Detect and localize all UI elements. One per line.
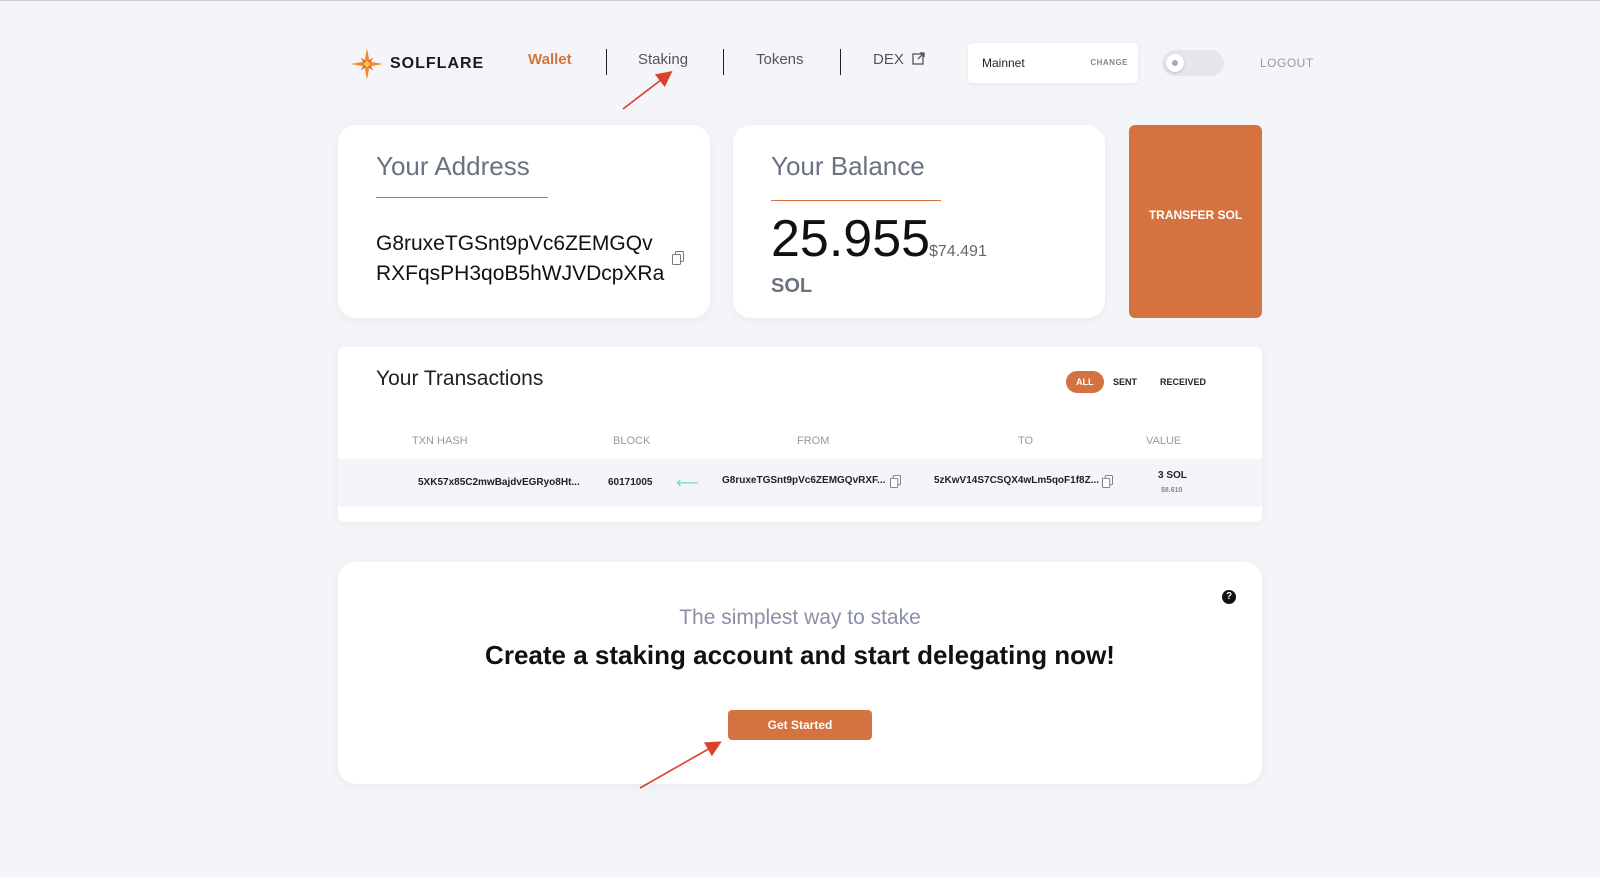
network-name: Mainnet <box>982 56 1025 70</box>
txn-value-usd: $8.610 <box>1161 487 1183 494</box>
filter-received[interactable]: RECEIVED <box>1150 371 1216 393</box>
table-row[interactable]: 5XK57x85C2mwBajdvEGRyo8Ht... 60171005 ⟵ … <box>338 459 1262 507</box>
copy-icon[interactable] <box>672 251 684 265</box>
transactions-title: Your Transactions <box>376 367 544 390</box>
nav-divider <box>606 49 607 75</box>
balance-title: Your Balance <box>771 151 925 181</box>
top-nav: SOLFLARE Wallet Staking Tokens DEX Mainn… <box>350 43 1313 83</box>
transactions-card: Your Transactions ALL SENT RECEIVED TXN … <box>338 347 1262 522</box>
staking-headline: Create a staking account and start deleg… <box>485 640 1115 670</box>
get-started-button[interactable]: Get Started <box>728 710 872 740</box>
nav-wallet[interactable]: Wallet <box>528 51 572 68</box>
brand-name: SOLFLARE <box>390 55 485 72</box>
toggle-knob <box>1166 54 1184 72</box>
txn-to[interactable]: 5zKwV14S7CSQX4wLm5qoF1f8Z... <box>934 475 1099 486</box>
balance-unit: SOL <box>771 275 813 297</box>
balance-card: Your Balance 25.955 $74.491 SOL <box>733 125 1105 318</box>
nav-divider <box>723 49 724 75</box>
copy-icon[interactable] <box>1102 475 1113 488</box>
filter-all[interactable]: ALL <box>1066 371 1104 393</box>
txn-hash[interactable]: 5XK57x85C2mwBajdvEGRyo8Ht... <box>418 477 580 488</box>
theme-toggle[interactable] <box>1162 50 1224 76</box>
address-card: Your Address G8ruxeTGSnt9pVc6ZEMGQvRXFqs… <box>338 125 710 318</box>
network-selector[interactable]: Mainnet CHANGE <box>968 43 1138 83</box>
nav-dex-label: DEX <box>873 51 904 68</box>
balance-usd: $74.491 <box>929 243 987 260</box>
header-txn-hash: TXN HASH <box>412 435 468 447</box>
title-underline <box>771 200 941 201</box>
staking-subtitle: The simplest way to stake <box>679 606 921 629</box>
nav-dex[interactable]: DEX <box>873 51 925 68</box>
header-from: FROM <box>797 435 830 447</box>
nav-tokens[interactable]: Tokens <box>756 51 804 68</box>
logo[interactable]: SOLFLARE <box>350 47 484 81</box>
txn-from[interactable]: G8ruxeTGSnt9pVc6ZEMGQvRXF... <box>722 475 885 486</box>
staking-card: ? The simplest way to stake Create a sta… <box>338 562 1262 784</box>
filter-sent[interactable]: SENT <box>1103 371 1147 393</box>
network-change-link[interactable]: CHANGE <box>1090 58 1128 67</box>
incoming-arrow-icon: ⟵ <box>676 475 699 492</box>
nav-staking[interactable]: Staking <box>638 51 688 68</box>
transfer-sol-button[interactable]: TRANSFER SOL <box>1129 125 1262 318</box>
logout-link[interactable]: LOGOUT <box>1260 56 1314 70</box>
title-underline <box>376 197 548 198</box>
nav-divider <box>840 49 841 75</box>
wallet-address: G8ruxeTGSnt9pVc6ZEMGQvRXFqsPH3qoB5hWJVDc… <box>376 232 665 285</box>
balance-amount: 25.955 <box>771 210 931 268</box>
copy-icon[interactable] <box>890 475 901 488</box>
external-link-icon <box>912 52 925 65</box>
txn-value: 3 SOL <box>1158 470 1187 481</box>
header-to: TO <box>1018 435 1034 447</box>
address-title: Your Address <box>376 151 530 181</box>
help-icon[interactable]: ? <box>1222 590 1236 604</box>
header-block: BLOCK <box>613 435 651 447</box>
header-value: VALUE <box>1146 435 1182 447</box>
solflare-logo-icon <box>351 48 383 80</box>
txn-block: 60171005 <box>608 477 653 488</box>
